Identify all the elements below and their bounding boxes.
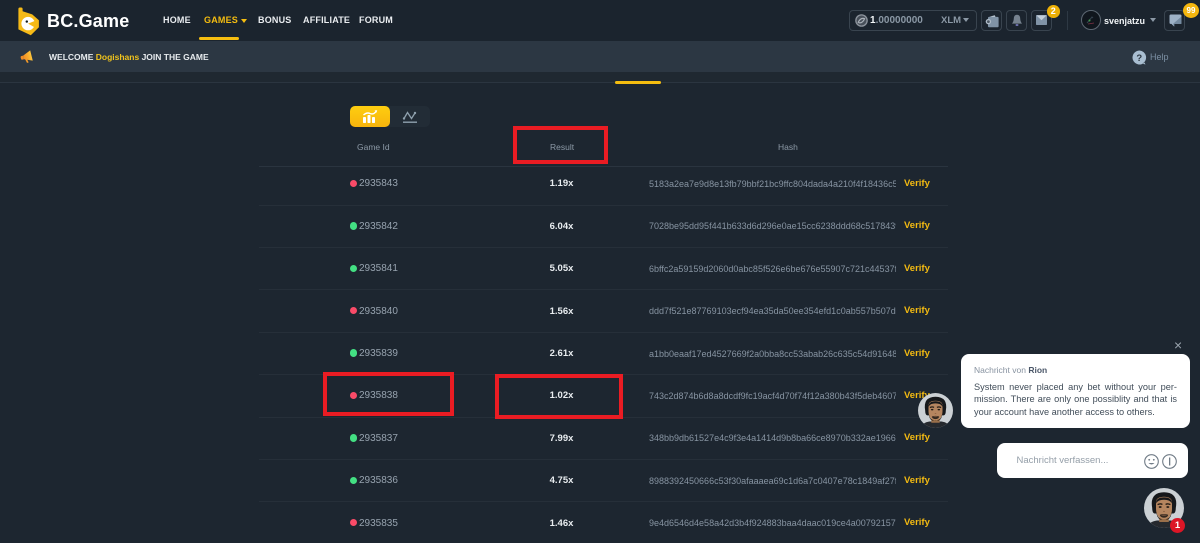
svg-text:?: ? (1136, 53, 1142, 64)
